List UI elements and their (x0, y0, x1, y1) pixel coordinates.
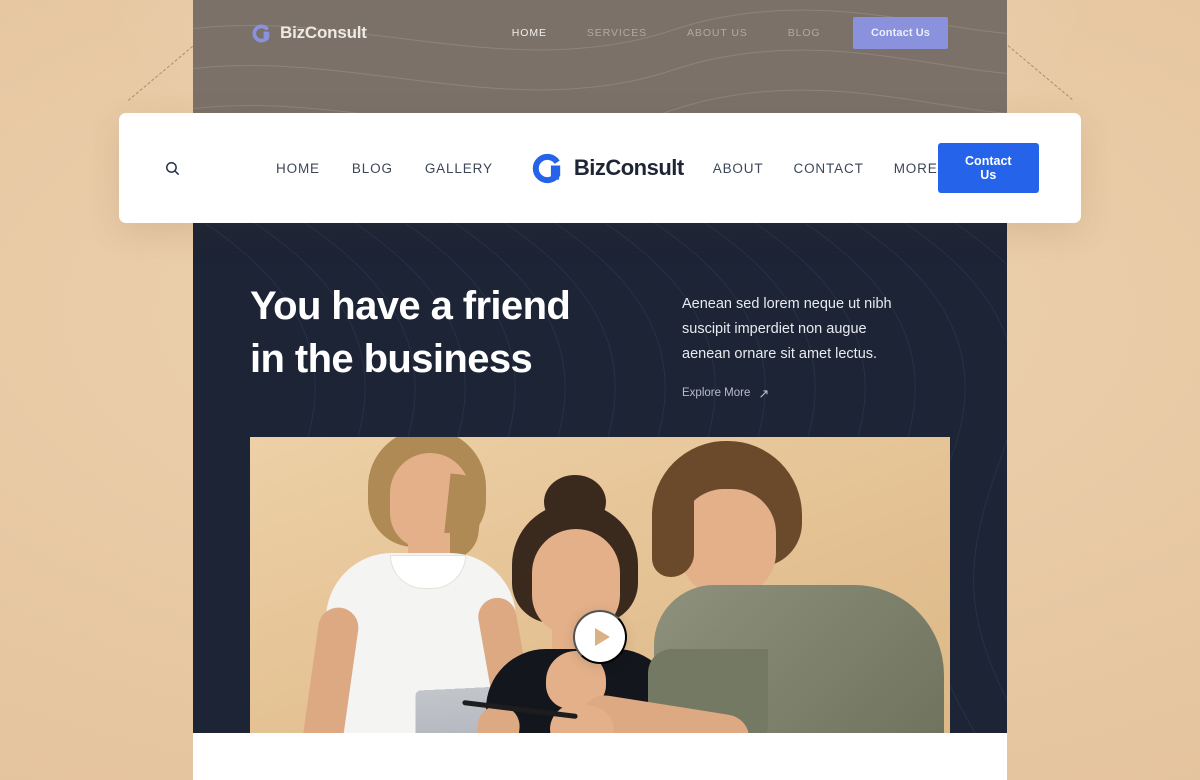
explore-more-label: Explore More (682, 387, 751, 400)
search-icon (165, 161, 179, 175)
nav-right-group: ABOUT CONTACT MORE (713, 161, 938, 176)
hero-copy: You have a friend in the business Aenean… (193, 222, 1007, 401)
top-nav-item-services[interactable]: SERVICES (587, 27, 647, 39)
nav-item-about[interactable]: ABOUT (713, 161, 764, 176)
nav-item-gallery[interactable]: GALLERY (425, 161, 493, 176)
hero-headline: You have a friend in the business (250, 284, 571, 382)
bizconsult-logo-icon (252, 24, 270, 42)
nav-item-contact[interactable]: CONTACT (793, 161, 863, 176)
top-header-logo-text: BizConsult (280, 23, 367, 42)
hero-side-block: Aenean sed lorem neque ut nibh suscipit … (682, 280, 912, 401)
bizconsult-logo-icon (532, 153, 561, 183)
person-right-sideburn (652, 497, 694, 577)
hero-paragraph: Aenean sed lorem neque ut nibh suscipit … (682, 296, 892, 362)
nav-item-more[interactable]: MORE (894, 161, 938, 176)
search-button[interactable] (161, 157, 183, 179)
top-nav-item-about-us[interactable]: ABOUT US (687, 27, 748, 39)
page-root: BizConsult HOME SERVICES ABOUT US BLOG C… (0, 0, 1200, 780)
brand-name: BizConsult (573, 155, 684, 180)
nav-item-home[interactable]: HOME (276, 161, 320, 176)
play-icon (594, 628, 610, 646)
hero-section: You have a friend in the business Aenean… (193, 222, 1007, 733)
below-hero-section (193, 733, 1007, 780)
nav-item-blog[interactable]: BLOG (352, 161, 393, 176)
brand-logo[interactable]: BizConsult (532, 153, 684, 184)
hero-media-card[interactable] (250, 437, 950, 733)
explore-more-link[interactable]: Explore More ↗ (682, 387, 769, 400)
main-navigation-card: HOME BLOG GALLERY BizConsult ABOUT CONTA… (119, 113, 1081, 223)
top-header-nav: HOME SERVICES ABOUT US BLOG (512, 27, 821, 39)
top-header-logo[interactable]: BizConsult (252, 23, 367, 43)
top-nav-item-blog[interactable]: BLOG (788, 27, 821, 39)
top-header-inner: BizConsult HOME SERVICES ABOUT US BLOG C… (193, 0, 1007, 66)
play-button[interactable] (573, 610, 627, 664)
arrow-up-right-icon: ↗ (758, 385, 770, 401)
nav-left-group: HOME BLOG GALLERY (276, 161, 493, 176)
top-header-contact-us-button[interactable]: Contact Us (852, 17, 948, 49)
top-nav-item-home[interactable]: HOME (512, 27, 547, 39)
contact-us-button[interactable]: Contact Us (937, 143, 1039, 193)
